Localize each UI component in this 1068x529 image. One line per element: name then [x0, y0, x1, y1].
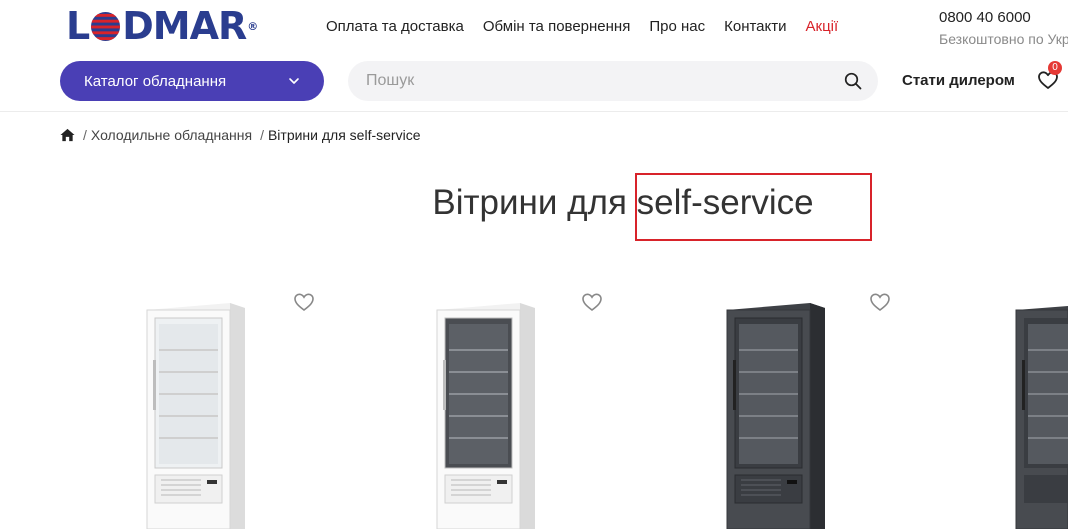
breadcrumb-category[interactable]: Холодильне обладнання	[91, 127, 252, 143]
search-icon[interactable]	[844, 72, 862, 90]
product-image-fridge-white-dark[interactable]	[425, 300, 540, 529]
top-navigation: Оплата та доставка Обмін та повернення П…	[326, 18, 838, 35]
phone-number[interactable]: 0800 40 6000	[939, 9, 1031, 26]
nav-link-returns[interactable]: Обмін та повернення	[483, 18, 631, 35]
search-bar	[348, 61, 878, 101]
home-icon[interactable]	[60, 128, 75, 142]
product-image-fridge-graphite[interactable]	[715, 300, 830, 529]
breadcrumb-separator: /	[260, 127, 264, 143]
search-input[interactable]	[364, 71, 844, 91]
logo-letters-dmar: DMAR	[122, 4, 247, 48]
wishlist-heart-icon[interactable]	[293, 292, 315, 312]
wishlist-count-badge: 0	[1048, 61, 1062, 75]
catalog-button[interactable]: Каталог обладнання	[60, 61, 324, 101]
wishlist-heart-icon[interactable]	[581, 292, 603, 312]
page-title: Вітрини для self-service	[432, 183, 814, 222]
chevron-down-icon	[289, 78, 299, 84]
product-image-fridge-white[interactable]	[135, 300, 250, 529]
breadcrumb-separator: /	[83, 127, 87, 143]
nav-link-about[interactable]: Про нас	[649, 18, 705, 35]
logo-letter-l: L	[66, 4, 90, 48]
registered-mark: ®	[247, 20, 258, 33]
highlight-annotation-box	[635, 173, 872, 241]
breadcrumb-current: Вітрини для self-service	[267, 127, 421, 143]
logo-wordmark: L DMAR ®	[66, 4, 258, 48]
header-divider	[0, 111, 1068, 112]
logo[interactable]: L DMAR ®	[66, 4, 258, 48]
nav-link-payment-delivery[interactable]: Оплата та доставка	[326, 18, 464, 35]
logo-striped-o-icon	[91, 11, 121, 41]
phone-note: Безкоштовно по Укр	[939, 31, 1068, 47]
catalog-button-label: Каталог обладнання	[84, 72, 227, 90]
wishlist-heart-icon[interactable]	[869, 292, 891, 312]
nav-link-contacts[interactable]: Контакти	[724, 18, 786, 35]
nav-link-promotions[interactable]: Акції	[806, 18, 839, 35]
breadcrumb: / Холодильне обладнання / Вітрини для se…	[60, 127, 420, 143]
become-dealer-link[interactable]: Стати дилером	[902, 72, 1015, 89]
product-image-fridge-graphite-partial[interactable]	[1004, 300, 1068, 529]
